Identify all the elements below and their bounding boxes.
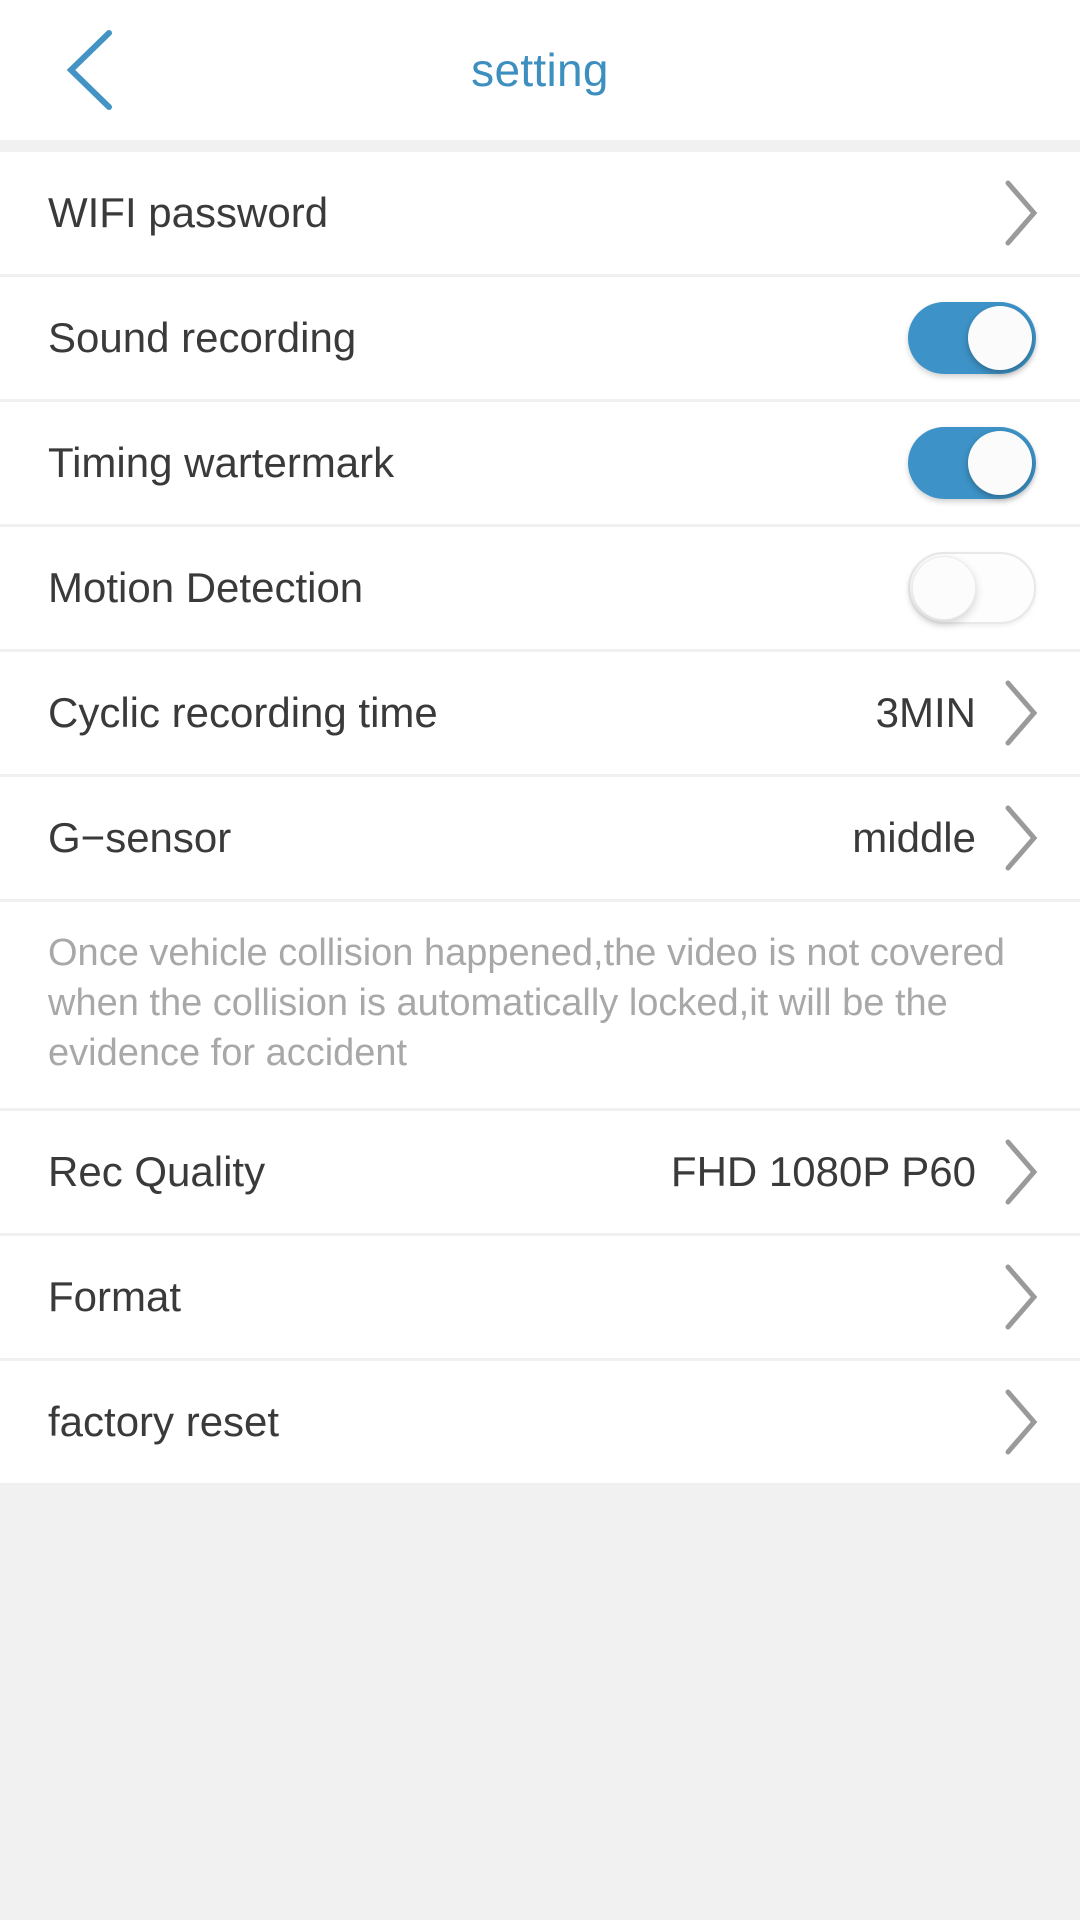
- app-header: setting: [0, 0, 1080, 140]
- row-value: 3MIN: [875, 689, 976, 736]
- empty-area: [0, 1486, 1080, 1920]
- toggle-knob: [968, 431, 1032, 495]
- row-right: FHD 1080P P60: [671, 1136, 1042, 1208]
- row-right: middle: [852, 802, 1042, 874]
- back-button[interactable]: [30, 0, 150, 140]
- row-wifi-password[interactable]: WIFI password: [0, 152, 1080, 277]
- settings-screen: setting WIFI password Sound recording Ti…: [0, 0, 1080, 1920]
- row-label: Motion Detection: [48, 564, 364, 611]
- toggle-motion-detection[interactable]: [908, 552, 1036, 624]
- row-right: [908, 302, 1042, 374]
- chevron-right-icon: [1005, 805, 1038, 871]
- settings-list-top: WIFI password Sound recording Timing war…: [0, 152, 1080, 1487]
- row-right: [908, 552, 1042, 624]
- description-text: Once vehicle collision happened,the vide…: [48, 932, 1005, 1075]
- chevron-right-icon: [1005, 1264, 1038, 1330]
- toggle-knob: [968, 306, 1032, 370]
- row-timing-watermark[interactable]: Timing wartermark: [0, 402, 1080, 527]
- row-label: Sound recording: [48, 314, 357, 361]
- row-right: [998, 1261, 1042, 1333]
- row-label: factory reset: [48, 1398, 280, 1446]
- row-label: G−sensor: [48, 814, 232, 861]
- toggle-knob: [912, 556, 976, 620]
- row-value: FHD 1080P P60: [670, 1148, 976, 1196]
- row-right: 3MIN: [876, 677, 1042, 749]
- row-sound-recording[interactable]: Sound recording: [0, 277, 1080, 402]
- row-label: Timing wartermark: [48, 439, 395, 486]
- chevron-right-icon: [1005, 1139, 1038, 1205]
- row-cyclic-recording-time[interactable]: Cyclic recording time 3MIN: [0, 652, 1080, 777]
- chevron-right-icon: [1005, 1389, 1038, 1455]
- toggle-timing-watermark[interactable]: [908, 427, 1036, 499]
- row-label: WIFI password: [48, 189, 329, 236]
- row-label: Rec Quality: [48, 1148, 266, 1196]
- row-factory-reset[interactable]: factory reset: [0, 1361, 1080, 1487]
- row-right: [998, 1386, 1042, 1458]
- row-label: Cyclic recording time: [48, 689, 438, 736]
- row-rec-quality[interactable]: Rec Quality FHD 1080P P60: [0, 1111, 1080, 1237]
- row-motion-detection[interactable]: Motion Detection: [0, 527, 1080, 652]
- g-sensor-description: Once vehicle collision happened,the vide…: [0, 902, 1080, 1112]
- chevron-left-icon: [66, 30, 112, 110]
- chevron-right-icon: [1005, 180, 1038, 246]
- toggle-sound-recording[interactable]: [908, 302, 1036, 374]
- page-title: setting: [471, 44, 609, 96]
- row-right: [908, 427, 1042, 499]
- row-right: [998, 177, 1042, 249]
- row-format[interactable]: Format: [0, 1236, 1080, 1362]
- header-separator: [0, 140, 1080, 152]
- chevron-right-icon: [1005, 680, 1038, 746]
- row-label: Format: [48, 1273, 182, 1321]
- row-g-sensor[interactable]: G−sensor middle: [0, 777, 1080, 902]
- row-value: middle: [852, 814, 976, 861]
